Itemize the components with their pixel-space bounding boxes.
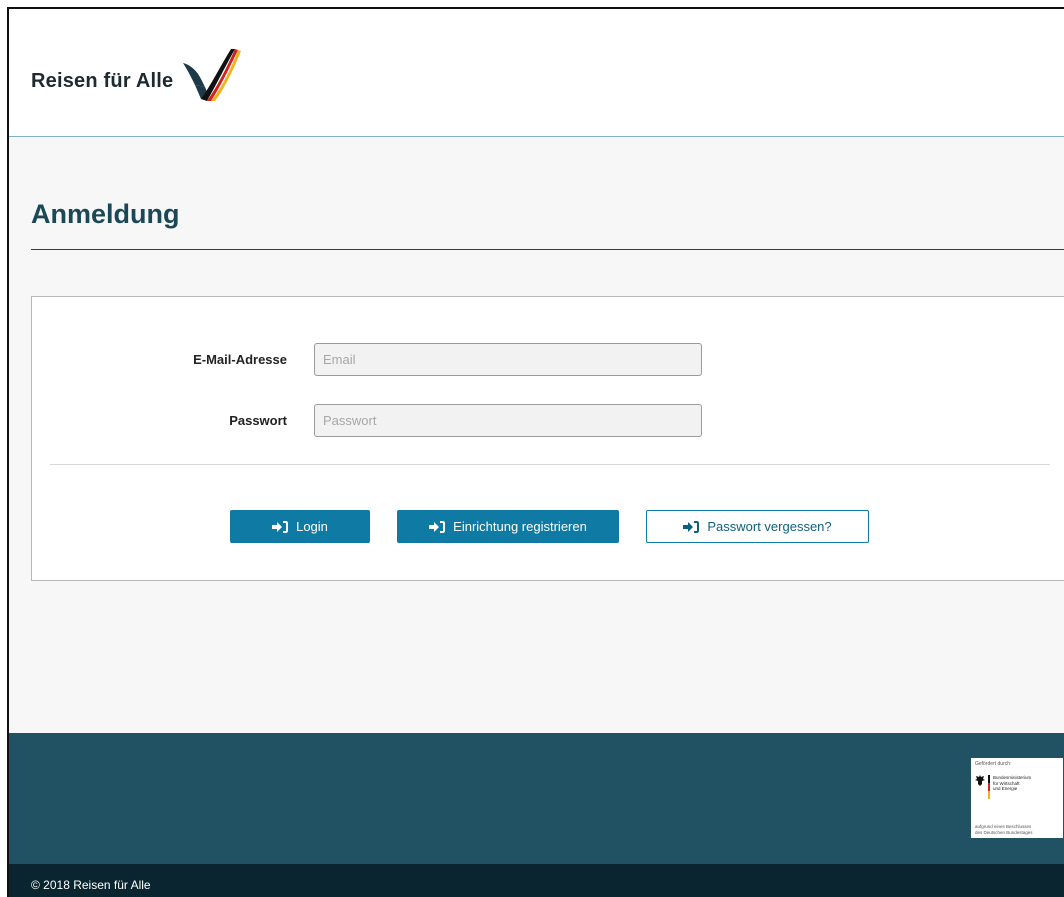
title-divider — [31, 249, 1064, 250]
forgot-button-label: Passwort vergessen? — [707, 519, 832, 534]
site-footer: Gefördert durch: Bundesministerium für W… — [9, 733, 1064, 864]
funder-logo: Gefördert durch: Bundesministerium für W… — [971, 758, 1063, 838]
sign-in-icon — [683, 520, 700, 533]
funder-caption: Gefördert durch: — [975, 761, 1012, 767]
forgot-password-button[interactable]: Passwort vergessen? — [646, 510, 869, 543]
password-field[interactable] — [314, 404, 702, 437]
check-swoosh-logo-icon — [183, 49, 242, 101]
login-button[interactable]: Login — [230, 510, 370, 543]
app-window: Reisen für Alle Anmeldung E-Mail-Adresse… — [7, 7, 1064, 897]
federal-eagle-icon — [975, 775, 985, 786]
brand-link[interactable]: Reisen für Alle — [31, 49, 242, 105]
page-title: Anmeldung — [31, 199, 180, 229]
email-field[interactable] — [314, 343, 702, 376]
site-header: Reisen für Alle — [9, 9, 1064, 137]
funder-note: aufgrund eines Beschlusses des Deutschen… — [975, 824, 1033, 835]
copyright-bar: © 2018 Reisen für Alle — [9, 864, 1064, 897]
sign-in-icon — [429, 520, 446, 533]
email-label: E-Mail-Adresse — [193, 352, 287, 367]
form-divider — [50, 464, 1050, 465]
login-form: E-Mail-Adresse Passwort Login Einrichtun… — [31, 296, 1064, 581]
register-button-label: Einrichtung registrieren — [453, 519, 587, 534]
sign-in-icon — [272, 520, 289, 533]
password-label: Passwort — [229, 413, 287, 428]
login-button-label: Login — [296, 519, 328, 534]
register-facility-button[interactable]: Einrichtung registrieren — [397, 510, 619, 543]
ministry-mark: Bundesministerium für Wirtschaft und Ene… — [975, 775, 1059, 799]
brand-name: Reisen für Alle — [31, 69, 174, 92]
german-flag-bar — [988, 775, 990, 799]
ministry-name: Bundesministerium für Wirtschaft und Ene… — [993, 775, 1032, 791]
copyright-text: © 2018 Reisen für Alle — [31, 878, 151, 892]
